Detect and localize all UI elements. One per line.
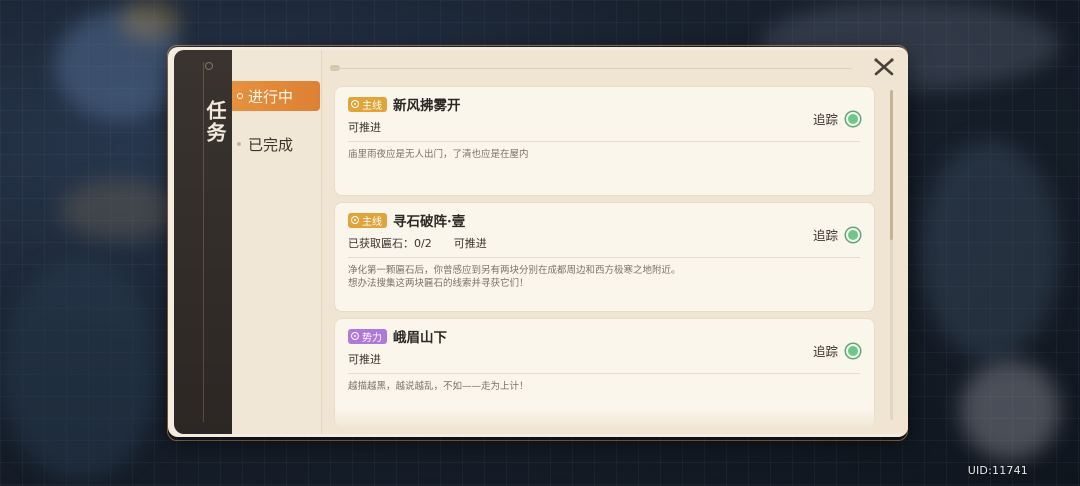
description-line: 庙里雨夜应是无人出门，了清也应是在屋内	[348, 149, 529, 160]
background-blur-shape	[920, 140, 1060, 360]
quest-description: 庙里雨夜应是无人出门，了清也应是在屋内	[348, 148, 860, 161]
badge-ring-icon	[351, 216, 359, 224]
scrollbar-thumb[interactable]	[890, 90, 893, 240]
track-label: 追踪	[812, 112, 838, 127]
quest-tabs: 进行中 已完成	[232, 50, 322, 434]
quest-card[interactable]: 主线 新风拂雾开 可推进 庙里雨夜应是无人出门，了清也应是在屋内 追踪	[334, 86, 875, 196]
quest-status-text: 可推进	[348, 353, 381, 366]
quest-status: 已获取匾石：0/2 可推进	[348, 235, 860, 251]
quest-panel: 任务 进行中 已完成 主线 新风拂雾开 可推进 庙里雨夜应是无人出门，了清也应是…	[168, 47, 908, 437]
player-uid: UID:11741	[967, 464, 1028, 477]
quest-title: 寻石破阵·壹	[393, 214, 466, 230]
quest-progress-text: 已获取匾石：0/2	[348, 237, 432, 250]
sidebar-pin	[205, 62, 213, 70]
quest-divider	[348, 373, 860, 374]
close-icon	[874, 58, 894, 76]
description-line: 越描越黑，越说越乱，不如——走为上计！	[348, 381, 529, 392]
quest-type-badge: 势力	[348, 328, 387, 344]
quest-status-text: 可推进	[348, 121, 381, 134]
quest-divider	[348, 257, 860, 258]
quest-description: 越描越黑，越说越乱，不如——走为上计！	[348, 380, 860, 393]
badge-label: 势力	[362, 332, 382, 344]
track-button[interactable]: 追踪	[813, 341, 860, 360]
track-button[interactable]: 追踪	[813, 109, 860, 128]
tab-in-progress[interactable]: 进行中	[232, 81, 320, 111]
sidebar-strip: 任务	[174, 50, 232, 434]
tab-completed[interactable]: 已完成	[232, 129, 320, 159]
track-indicator-icon	[846, 343, 860, 358]
track-label: 追踪	[812, 228, 838, 243]
track-button[interactable]: 追踪	[813, 225, 860, 244]
background-blur-shape	[960, 360, 1060, 460]
quest-title: 新风拂雾开	[393, 98, 461, 114]
track-indicator-icon	[846, 111, 860, 126]
description-line: 想办法搜集这两块匾石的线索并寻获它们！	[348, 278, 529, 289]
background-blur-shape	[60, 180, 180, 240]
quest-status: 可推进	[348, 119, 860, 135]
background-blur-shape	[120, 0, 180, 40]
description-line: 净化第一颗匾石后，你曾感应到另有两块分别在成都周边和西方极寒之地附近。	[348, 265, 681, 276]
quest-type-badge: 主线	[348, 96, 387, 112]
tab-label: 进行中	[248, 87, 294, 106]
quest-title: 峨眉山下	[393, 330, 447, 346]
badge-ring-icon	[351, 100, 359, 108]
top-divider	[332, 68, 852, 69]
quest-status-text: 可推进	[453, 237, 487, 250]
quest-card[interactable]: 主线 寻石破阵·壹 已获取匾石：0/2 可推进 净化第一颗匾石后，你曾感应到另有…	[334, 202, 875, 312]
quest-status: 可推进	[348, 351, 860, 367]
badge-label: 主线	[362, 100, 382, 112]
tab-label: 已完成	[248, 135, 294, 154]
track-label: 追踪	[812, 344, 838, 359]
list-fade	[322, 408, 908, 434]
panel-title: 任务	[203, 100, 227, 144]
quest-type-badge: 主线	[348, 212, 387, 228]
quest-description: 净化第一颗匾石后，你曾感应到另有两块分别在成都周边和西方极寒之地附近。 想办法搜…	[348, 264, 860, 290]
track-indicator-icon	[846, 227, 860, 242]
tab-dot-icon	[237, 142, 241, 146]
close-button[interactable]	[872, 55, 896, 79]
quest-list: 主线 新风拂雾开 可推进 庙里雨夜应是无人出门，了清也应是在屋内 追踪 主线 寻…	[334, 86, 875, 434]
background-blur-shape	[0, 260, 160, 480]
quest-divider	[348, 141, 860, 142]
badge-ring-icon	[351, 332, 359, 340]
tab-dot-icon	[237, 93, 243, 99]
scrollbar[interactable]	[890, 90, 893, 420]
badge-label: 主线	[362, 216, 382, 228]
quest-content: 主线 新风拂雾开 可推进 庙里雨夜应是无人出门，了清也应是在屋内 追踪 主线 寻…	[322, 50, 908, 434]
